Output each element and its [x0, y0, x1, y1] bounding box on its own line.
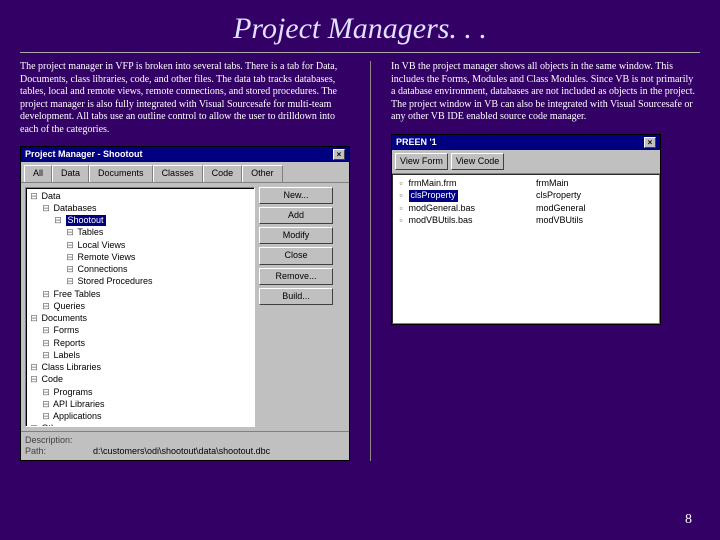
path-value: d:\customers\odi\shootout\data\shootout.…	[93, 446, 270, 457]
tree-item[interactable]: ⊟ Connections	[29, 264, 251, 276]
close-icon[interactable]: ×	[644, 137, 656, 148]
column-separator	[370, 61, 371, 461]
list-item[interactable]: ▫ clsPropertyclsProperty	[396, 190, 656, 201]
vfp-description: The project manager in VFP is broken int…	[20, 61, 350, 136]
tree-item[interactable]: ⊟ Forms	[29, 325, 251, 337]
tree-item[interactable]: ⊟ Applications	[29, 411, 251, 423]
tree-item[interactable]: ⊟ Remote Views	[29, 252, 251, 264]
vfp-add-button[interactable]: Add	[259, 207, 333, 224]
vb-titlebar: PREEN '1 ×	[392, 135, 660, 150]
tree-item[interactable]: ⊟ Free Tables	[29, 289, 251, 301]
vfp-project-manager-window: Project Manager - Shootout × AllDataDocu…	[20, 146, 350, 461]
window-buttons: ×	[333, 149, 345, 160]
vfp-new-button[interactable]: New...	[259, 187, 333, 204]
vb-window-title: PREEN '1	[396, 137, 437, 148]
tree-item[interactable]: ⊟ Other	[29, 423, 251, 426]
vb-project-window: PREEN '1 × View Form View Code ▫ frmMain…	[391, 134, 661, 326]
left-column: The project manager in VFP is broken int…	[20, 61, 350, 461]
vfp-button-column: New... Add Modify Close Remove... Build...	[259, 187, 333, 427]
vfp-build-button[interactable]: Build...	[259, 288, 333, 305]
vfp-tree[interactable]: ⊟ Data⊟ Databases⊟ Shootout⊟ Tables⊟ Loc…	[25, 187, 255, 427]
vb-toolbar: View Form View Code	[392, 150, 660, 174]
vfp-tab-documents[interactable]: Documents	[89, 165, 153, 181]
tree-item[interactable]: ⊟ API Libraries	[29, 399, 251, 411]
tree-item[interactable]: ⊟ Queries	[29, 301, 251, 313]
vfp-remove-button[interactable]: Remove...	[259, 268, 333, 285]
list-item[interactable]: ▫ frmMain.frmfrmMain	[396, 178, 656, 189]
tree-item[interactable]: ⊟ Data	[29, 191, 251, 203]
vb-description: In VB the project manager shows all obje…	[391, 61, 700, 124]
view-form-button[interactable]: View Form	[395, 153, 448, 170]
path-label: Path:	[25, 446, 85, 457]
tree-item[interactable]: ⊟ Stored Procedures	[29, 276, 251, 288]
vfp-tab-all[interactable]: All	[24, 165, 52, 181]
vfp-titlebar: Project Manager - Shootout ×	[21, 147, 349, 162]
two-column-layout: The project manager in VFP is broken int…	[0, 61, 720, 461]
divider	[20, 52, 700, 53]
page-number: 8	[685, 512, 692, 528]
vfp-tab-classes[interactable]: Classes	[153, 165, 203, 181]
tree-item[interactable]: ⊟ Documents	[29, 313, 251, 325]
desc-label: Description:	[25, 435, 85, 446]
vfp-tab-code[interactable]: Code	[203, 165, 243, 181]
vfp-close-button[interactable]: Close	[259, 247, 333, 264]
tree-item[interactable]: ⊟ Databases	[29, 203, 251, 215]
tree-item[interactable]: ⊟ Shootout	[29, 215, 251, 227]
tree-item[interactable]: ⊟ Programs	[29, 387, 251, 399]
view-code-button[interactable]: View Code	[451, 153, 504, 170]
tree-item[interactable]: ⊟ Local Views	[29, 240, 251, 252]
vfp-tab-other[interactable]: Other	[242, 165, 283, 181]
slide-title: Project Managers. . .	[0, 0, 720, 52]
list-item[interactable]: ▫ modVBUtils.basmodVBUtils	[396, 215, 656, 226]
list-item[interactable]: ▫ modGeneral.basmodGeneral	[396, 203, 656, 214]
tree-item[interactable]: ⊟ Labels	[29, 350, 251, 362]
vfp-tabs: AllDataDocumentsClassesCodeOther	[21, 162, 349, 182]
tree-item[interactable]: ⊟ Class Libraries	[29, 362, 251, 374]
window-buttons: ×	[644, 137, 656, 148]
tree-item[interactable]: ⊟ Reports	[29, 338, 251, 350]
tree-item[interactable]: ⊟ Code	[29, 374, 251, 386]
tree-item[interactable]: ⊟ Tables	[29, 227, 251, 239]
right-column: In VB the project manager shows all obje…	[391, 61, 700, 461]
vfp-tab-data[interactable]: Data	[52, 165, 89, 181]
vfp-footer: Description: Path: d:\customers\odi\shoo…	[21, 431, 349, 461]
vfp-modify-button[interactable]: Modify	[259, 227, 333, 244]
vb-object-list[interactable]: ▫ frmMain.frmfrmMain▫ clsPropertyclsProp…	[392, 174, 660, 324]
close-icon[interactable]: ×	[333, 149, 345, 160]
vfp-window-title: Project Manager - Shootout	[25, 149, 143, 160]
